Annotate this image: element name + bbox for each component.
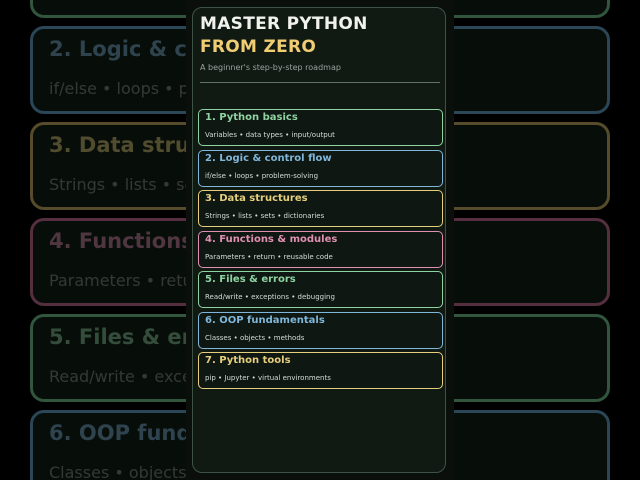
step-desc: pip • Jupyter • virtual environments	[205, 374, 331, 382]
step-card-1: 1. Python basics Variables • data types …	[198, 109, 443, 146]
step-desc: Read/write • exceptions • debugging	[205, 293, 335, 301]
step-title: 5. Files & errors	[205, 274, 296, 285]
blurred-background-right	[454, 0, 640, 480]
step-card-5: 5. Files & errors Read/write • exception…	[198, 271, 443, 308]
step-title: 7. Python tools	[205, 355, 291, 366]
video-frame: MASTER PYTHON FROM ZERO A beginner's ste…	[186, 0, 454, 480]
blurred-background-left: 1. Python basics 2. Logic & control flow…	[0, 0, 186, 480]
step-title: 4. Functions & modules	[205, 234, 338, 245]
step-desc: Variables • data types • input/output	[205, 131, 335, 139]
step-desc: Parameters • return • reusable code	[205, 253, 333, 261]
divider	[200, 82, 440, 83]
step-card-6: 6. OOP fundamentals Classes • objects • …	[198, 312, 443, 349]
step-card-2: 2. Logic & control flow if/else • loops …	[198, 150, 443, 187]
step-desc: Classes • objects • methods	[205, 334, 305, 342]
step-title: 3. Data structures	[205, 193, 308, 204]
step-title: 1. Python basics	[205, 112, 298, 123]
step-card-4: 4. Functions & modules Parameters • retu…	[198, 231, 443, 268]
step-title: 6. OOP fundamentals	[205, 315, 325, 326]
step-card-7: 7. Python tools pip • Jupyter • virtual …	[198, 352, 443, 389]
step-card-3: 3. Data structures Strings • lists • set…	[198, 190, 443, 227]
title-line-1: MASTER PYTHON	[200, 14, 368, 34]
step-desc: if/else • loops • problem-solving	[205, 172, 319, 180]
step-title: 2. Logic & control flow	[205, 153, 332, 164]
title-line-2: FROM ZERO	[200, 37, 317, 57]
roadmap-panel: MASTER PYTHON FROM ZERO A beginner's ste…	[192, 7, 446, 473]
step-desc: Strings • lists • sets • dictionaries	[205, 212, 325, 220]
subtitle: A beginner's step-by-step roadmap	[200, 63, 341, 72]
